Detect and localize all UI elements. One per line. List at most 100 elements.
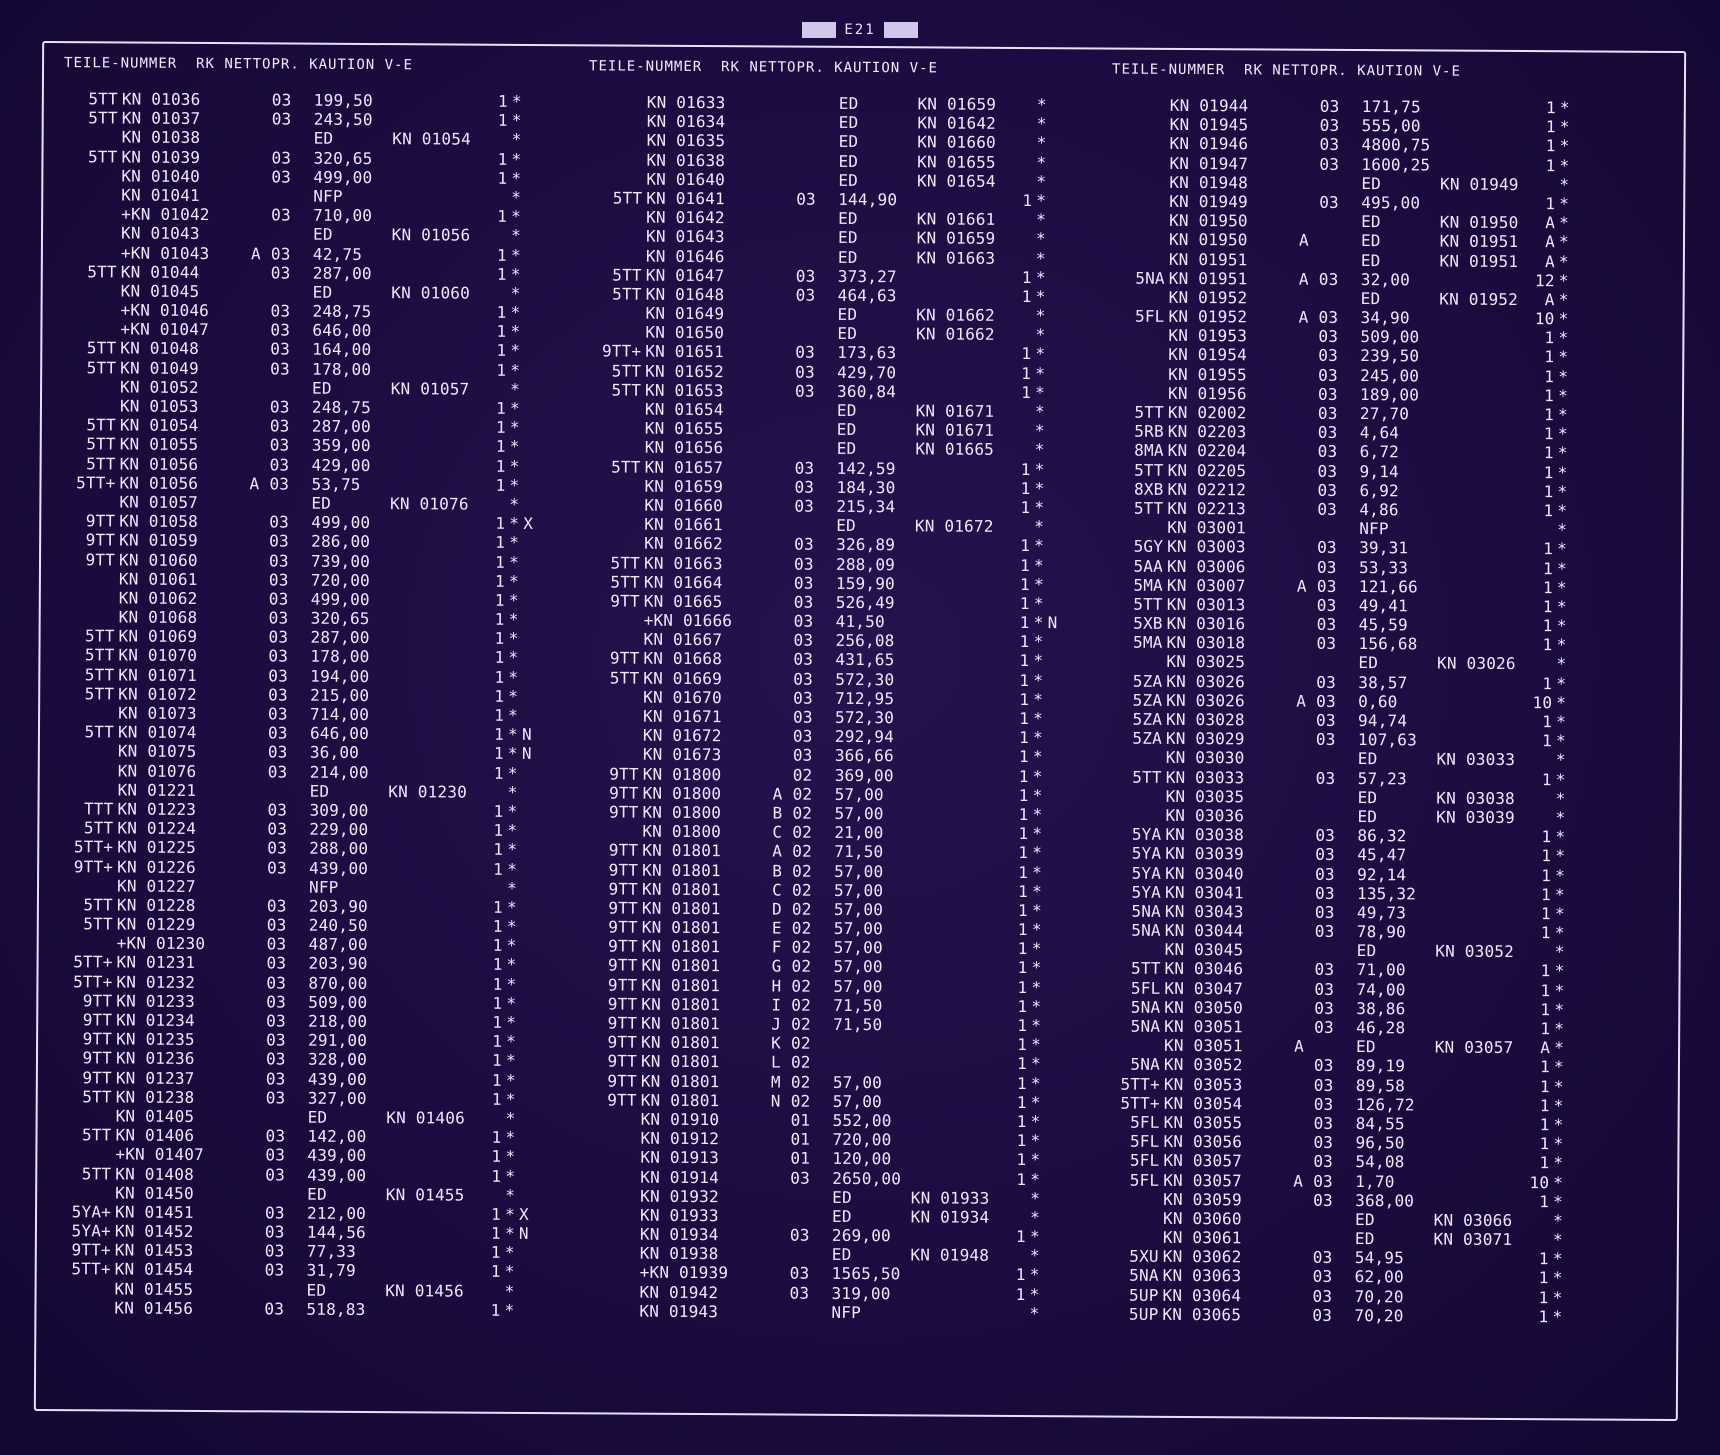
part-number: KN 01801	[641, 879, 721, 899]
part-number: KN 01075	[117, 741, 197, 762]
net-price: 45,47	[1357, 845, 1407, 865]
net-price: 1,70	[1355, 1171, 1395, 1191]
quantity: 1	[1542, 731, 1553, 751]
part-number: KN 01223	[117, 799, 197, 819]
part-number: KN 01408	[115, 1163, 195, 1184]
quantity: 1	[1016, 1131, 1027, 1151]
rk-code: 03	[1319, 135, 1340, 155]
marker: *	[506, 1012, 517, 1032]
rk-code: 02	[791, 995, 812, 1015]
flag: X	[518, 1204, 529, 1224]
rk-code: 03	[1313, 1075, 1334, 1095]
marker: *	[506, 936, 517, 956]
marker: *	[511, 149, 522, 169]
marker: *	[1556, 597, 1567, 617]
quantity: 1	[1543, 443, 1554, 463]
rk-code: 03	[266, 915, 287, 935]
quantity: 1	[1539, 1076, 1550, 1096]
part-number: KN 03057	[1163, 1151, 1243, 1171]
part-number: KN 01071	[118, 665, 198, 685]
net-price: 359,00	[311, 436, 371, 456]
rk-code: 02	[792, 841, 812, 862]
quantity: 1	[1544, 405, 1555, 425]
sheet-code-label: E21	[844, 22, 876, 38]
marker: *	[507, 782, 518, 802]
variant: N	[770, 1091, 781, 1111]
net-price: ED KN 01060	[312, 282, 471, 303]
marker: *	[1557, 424, 1568, 444]
marker: *	[1029, 1227, 1040, 1247]
marker: *	[1553, 1211, 1564, 1231]
quantity: 1	[1019, 670, 1030, 690]
marker: *	[1559, 175, 1570, 195]
rk-code: 03	[795, 266, 816, 286]
quantity: 1	[1018, 843, 1029, 863]
quantity: 1	[496, 302, 507, 322]
net-price: 439,00	[307, 1069, 367, 1089]
marker: *	[1036, 210, 1047, 230]
net-price: 439,00	[309, 858, 369, 878]
marker: *	[1032, 766, 1043, 786]
quantity: 1	[1016, 1073, 1027, 1093]
rk-code: 03	[794, 534, 814, 555]
quantity: 1	[495, 552, 506, 572]
part-number: KN 01043	[120, 223, 200, 244]
part-number: KN 02002	[1167, 402, 1247, 423]
net-price: NFP	[308, 877, 339, 897]
quantity: 1	[493, 801, 504, 821]
quantity: 1	[1016, 1092, 1027, 1112]
part-prefix: 5NA	[1130, 1055, 1161, 1075]
quantity: 1	[1542, 597, 1553, 617]
net-price: ED KN 01655	[838, 151, 996, 172]
quantity: 1	[1020, 536, 1031, 556]
part-number: KN 03016	[1166, 613, 1246, 634]
part-number: +KN 01042	[121, 204, 210, 225]
net-price: 164,00	[312, 340, 372, 360]
quantity: 1	[496, 360, 507, 380]
part-number: KN 01640	[646, 169, 726, 189]
rk-code: 03	[270, 320, 291, 340]
marker: *	[1558, 251, 1569, 271]
net-price: 84,55	[1355, 1113, 1405, 1134]
quantity: 1	[493, 820, 504, 840]
rk-code: 03	[1315, 864, 1335, 884]
part-number: KN 03003	[1167, 537, 1246, 557]
net-price: 291,00	[308, 1030, 368, 1051]
part-prefix: 5TT	[1133, 594, 1163, 614]
net-price: 78,90	[1356, 922, 1407, 942]
variant: B	[772, 803, 783, 823]
rk-code: 03	[793, 688, 813, 708]
part-prefix: 5TT	[1134, 402, 1165, 422]
marker: *	[1034, 555, 1044, 575]
rk-code: 03	[268, 704, 288, 724]
flag: N	[1047, 613, 1058, 633]
variant: D	[771, 899, 782, 919]
net-price: 199,50	[313, 90, 373, 111]
part-number: KN 01801	[640, 1090, 720, 1110]
marker: *	[1034, 497, 1045, 518]
flag: N	[521, 725, 532, 745]
net-price: ED KN 03039	[1357, 806, 1515, 827]
net-price: 57,00	[833, 938, 883, 958]
variant: A	[772, 784, 783, 804]
rk-code: 02	[791, 976, 812, 996]
quantity: 1	[1544, 328, 1555, 348]
net-price: 94,74	[1358, 711, 1408, 731]
quantity: A	[1544, 290, 1555, 310]
net-price: 269,00	[831, 1225, 891, 1246]
part-prefix: 5UP	[1129, 1285, 1159, 1305]
part-number: KN 01669	[643, 668, 723, 688]
part-number: KN 03053	[1163, 1074, 1243, 1094]
rk-code: 03	[266, 896, 287, 916]
rk-code: 03	[1316, 672, 1337, 692]
net-price: 218,00	[308, 1011, 368, 1031]
marker: *	[1552, 1268, 1563, 1288]
net-price: 714,00	[310, 704, 370, 725]
quantity: 1	[1019, 593, 1030, 613]
rk-code: 02	[791, 918, 812, 938]
marker: *	[1557, 482, 1568, 502]
part-number: KN 01670	[643, 687, 722, 707]
marker: *	[1035, 382, 1046, 402]
rk-code: 03	[267, 838, 288, 858]
marker: *	[1558, 347, 1569, 367]
